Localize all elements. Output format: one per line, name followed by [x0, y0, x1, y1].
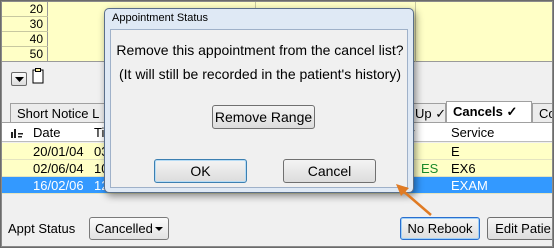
column-header-time[interactable]: Ti [94, 125, 104, 140]
appt-status-value: Cancelled [95, 221, 153, 236]
appointment-status-dialog: Appointment Status Remove this appointme… [104, 8, 414, 193]
dialog-title: Appointment Status [112, 12, 209, 24]
no-rebook-button[interactable]: No Rebook [400, 217, 480, 240]
tab-cancels[interactable]: Cancels ✓ [446, 101, 532, 124]
time-ruler: 20 30 40 50 [2, 2, 48, 62]
cell-service: E [451, 144, 460, 159]
tab-short-notice[interactable]: Short Notice L [10, 103, 110, 123]
column-header-date[interactable]: Date [33, 125, 60, 140]
dialog-note: (It will still be recorded in the patien… [118, 66, 401, 82]
cell-service: EX6 [451, 161, 476, 176]
ok-button[interactable]: OK [154, 159, 247, 183]
dialog-message: Remove this appointment from the cancel … [116, 42, 404, 58]
time-label: 20 [2, 2, 48, 17]
appt-status-label: Appt Status [8, 221, 76, 236]
chevron-down-icon [155, 227, 163, 231]
edit-patient-button[interactable]: Edit Patie [487, 217, 552, 240]
cell-date: 02/06/04 [33, 161, 84, 176]
time-label: 40 [2, 32, 48, 47]
cell-date: 16/02/06 [33, 178, 84, 193]
column-header-service[interactable]: Service [451, 125, 494, 140]
remove-range-button[interactable]: Remove Range [212, 105, 315, 129]
appt-status-select[interactable]: Cancelled [89, 217, 169, 240]
cell-date: 20/01/04 [33, 144, 84, 159]
cancel-button[interactable]: Cancel [283, 159, 376, 183]
dialog-body: Remove this appointment from the cancel … [110, 29, 408, 188]
dropdown-arrow-icon [15, 77, 24, 82]
time-label: 30 [2, 17, 48, 32]
cell-provider: ES [421, 161, 439, 176]
sort-icon[interactable] [11, 128, 23, 138]
time-label: 50 [29, 47, 43, 61]
dropdown-button[interactable] [11, 72, 27, 86]
tab-contacts[interactable]: Cor [532, 103, 552, 123]
clipboard-icon[interactable] [32, 68, 44, 84]
cell-service: EXAM [451, 178, 488, 193]
grid-column[interactable] [416, 2, 552, 62]
